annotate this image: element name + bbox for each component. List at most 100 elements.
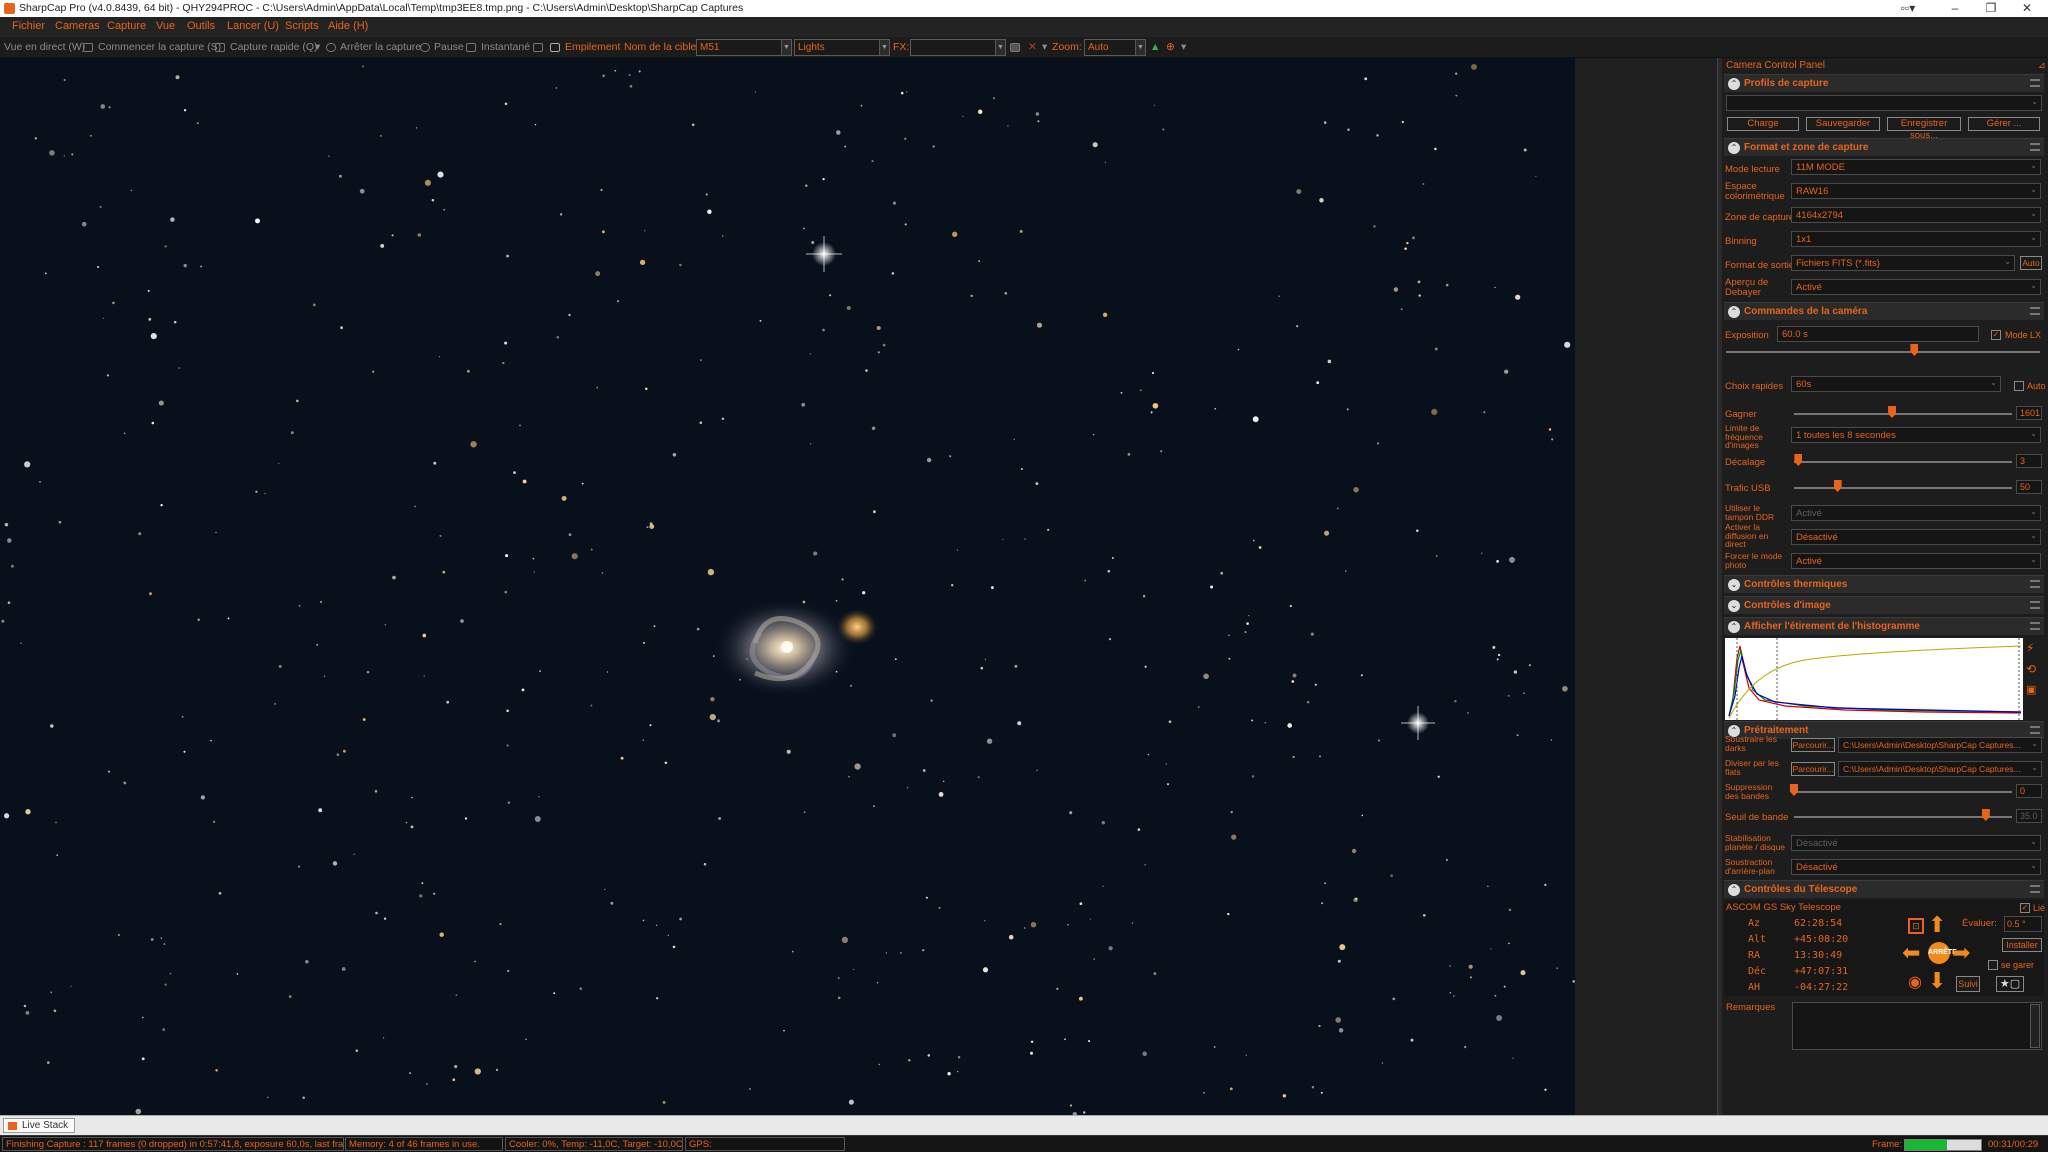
menu-help[interactable]: Aide (H) — [328, 20, 368, 32]
output-format-select[interactable]: Fichiers FITS (*.fits) ⌄ — [1791, 255, 2015, 271]
chevron-down-icon[interactable]: ⌄ — [2030, 531, 2037, 540]
load-profile-button[interactable]: Charge — [1727, 117, 1799, 131]
save-as-profile-button[interactable]: Enregistrer sous... — [1887, 117, 1961, 141]
section-image-controls[interactable]: ⌄ Contrôles d'image — [1724, 596, 2044, 614]
chevron-down-icon[interactable]: ⌄ — [2030, 555, 2037, 564]
quick-choice-select[interactable]: 60s ⌄ — [1791, 376, 2001, 392]
color-space-select[interactable]: RAW16 ⌄ — [1791, 183, 2041, 199]
exposure-slider-thumb[interactable] — [1910, 344, 1919, 356]
image-viewport[interactable] — [0, 58, 1575, 1115]
frame-rate-limit-select[interactable]: 1 toutes les 8 secondes ⌄ — [1791, 427, 2041, 443]
menu-scripts[interactable]: Scripts — [285, 20, 319, 32]
gain-slider-track[interactable] — [1794, 413, 2012, 415]
banding-slider-thumb[interactable] — [1790, 784, 1798, 796]
section-menu-icon[interactable] — [2030, 307, 2040, 315]
darks-path-select[interactable]: C:\Users\Admin\Desktop\SharpCap Captures… — [1838, 737, 2042, 753]
darks-browse-button[interactable]: Parcourir... — [1791, 738, 1835, 752]
chevron-down-icon[interactable]: ⌄ — [2030, 429, 2037, 438]
frame-type-select[interactable]: Lights ▼ — [794, 39, 890, 56]
banding-slider-track[interactable] — [1794, 791, 2012, 793]
chevron-down-icon[interactable]: ⌄ — [2031, 739, 2038, 748]
menu-tools[interactable]: Outils — [187, 20, 215, 32]
flats-browse-button[interactable]: Parcourir... — [1791, 762, 1835, 776]
reset-stretch-icon[interactable]: ⟲ — [2026, 662, 2036, 676]
threshold-slider-track[interactable] — [1794, 816, 2012, 818]
background-subtraction-select[interactable]: Désactivé ⌄ — [1791, 859, 2041, 875]
quick-capture-button[interactable]: Capture rapide (Q) — [230, 41, 318, 53]
offset-slider-thumb[interactable] — [1794, 454, 1803, 466]
close-button[interactable]: ✕ — [2004, 0, 2048, 17]
histogram-icon[interactable]: ▲ — [1150, 41, 1160, 53]
chevron-down-icon[interactable]: ⌄ — [2004, 257, 2011, 266]
pin-icon[interactable]: ⊿ — [2038, 60, 2046, 71]
zoom-tool-icon[interactable]: ⊕ — [1166, 41, 1175, 53]
star-sync-icon[interactable]: ★▢ — [1996, 976, 2024, 992]
exposure-auto-checkbox[interactable] — [2014, 381, 2024, 391]
section-format-area[interactable]: ⌃ Format et zone de capture — [1724, 138, 2044, 156]
profile-select[interactable]: ⌄ — [1726, 95, 2042, 111]
collapse-icon[interactable]: ⌃ — [1728, 78, 1740, 90]
menu-view[interactable]: Vue — [156, 20, 175, 32]
chevron-down-icon[interactable]: ⌄ — [2031, 97, 2038, 106]
section-menu-icon[interactable] — [2030, 580, 2040, 588]
goto-icon[interactable]: ⊡ — [1908, 918, 1924, 934]
offset-value-input[interactable]: 3 — [2016, 454, 2042, 468]
notes-textarea[interactable] — [1792, 1002, 2042, 1050]
zoom-tool-dropdown-icon[interactable]: ▾ — [1181, 41, 1186, 53]
exposure-input[interactable]: 60.0 s — [1777, 326, 1979, 342]
manage-profiles-button[interactable]: Gérer ... — [1968, 117, 2040, 131]
banding-value-input[interactable]: 0 — [2016, 784, 2042, 798]
collapse-icon[interactable]: ⌃ — [1728, 621, 1740, 633]
collapse-icon[interactable]: ⌃ — [1728, 884, 1740, 896]
target-name-input[interactable]: M51 ▼ — [696, 39, 792, 56]
section-telescope-controls[interactable]: ⌃ Contrôles du Télescope — [1724, 880, 2044, 898]
locate-icon[interactable]: ◉ — [1908, 972, 1922, 992]
auto-stretch-icon[interactable]: ⚡ — [2026, 641, 2034, 655]
capture-area-select[interactable]: 4164x2794 ⌄ — [1791, 207, 2041, 223]
grid-icon[interactable] — [1010, 43, 1020, 52]
readout-mode-select[interactable]: 11M MODE ⌄ — [1791, 159, 2041, 175]
section-menu-icon[interactable] — [2030, 79, 2040, 87]
stacking-button[interactable]: Empilement — [565, 41, 620, 53]
exposure-slider-track[interactable] — [1726, 351, 2040, 353]
force-photo-mode-select[interactable]: Activé ⌄ — [1791, 553, 2041, 569]
north-arrow-icon[interactable]: ⬆ — [1928, 914, 1946, 936]
fx-select[interactable]: ▼ — [910, 39, 1006, 56]
notes-scrollbar[interactable] — [2030, 1004, 2040, 1048]
histogram-plot[interactable] — [1725, 638, 2023, 720]
collapse-icon[interactable]: ⌃ — [1728, 306, 1740, 318]
stop-capture-button[interactable]: Arrêter la capture — [340, 41, 421, 53]
live-view-button[interactable]: Vue en direct (W) — [4, 41, 85, 53]
telescope-linked-checkbox[interactable]: ✓ — [2020, 903, 2030, 913]
start-capture-button[interactable]: Commencer la capture (S) — [98, 41, 221, 53]
south-arrow-icon[interactable]: ⬇ — [1928, 970, 1946, 992]
lx-mode-checkbox[interactable]: ✓ — [1991, 330, 2001, 340]
crosshair-icon[interactable]: ✕ — [1028, 41, 1037, 53]
usb-traffic-slider-track[interactable] — [1794, 487, 2012, 489]
section-menu-icon[interactable] — [2030, 726, 2040, 734]
section-menu-icon[interactable] — [2030, 622, 2040, 630]
section-histogram-stretch[interactable]: ⌃ Afficher l'étirement de l'histogramme — [1724, 617, 2044, 635]
rate-select[interactable]: 0.5 ° — [2004, 916, 2042, 932]
section-menu-icon[interactable] — [2030, 885, 2040, 893]
gain-slider-thumb[interactable] — [1888, 406, 1897, 418]
chevron-down-icon[interactable]: ⌄ — [2030, 837, 2037, 846]
stop-slew-button[interactable]: ARRÊTE — [1928, 942, 1957, 964]
chevron-down-icon[interactable]: ▼ — [879, 40, 889, 55]
section-thermal-controls[interactable]: ⌄ Contrôles thermiques — [1724, 575, 2044, 593]
menu-capture[interactable]: Capture — [107, 20, 146, 32]
collapse-icon[interactable]: ⌃ — [1728, 142, 1740, 154]
flats-path-select[interactable]: C:\Users\Admin\Desktop\SharpCap Captures… — [1838, 761, 2042, 777]
live-broadcast-select[interactable]: Désactivé ⌄ — [1791, 529, 2041, 545]
chevron-down-icon[interactable]: ⌄ — [2030, 185, 2037, 194]
debayer-preview-select[interactable]: Activé ⌄ — [1791, 279, 2041, 295]
snapshot-button[interactable]: Instantané — [481, 41, 530, 53]
chevron-down-icon[interactable]: ⌄ — [2030, 209, 2037, 218]
ddr-buffer-select[interactable]: Activé ⌄ — [1791, 505, 2041, 521]
east-arrow-icon[interactable]: ⬅ — [1902, 942, 1920, 964]
chevron-down-icon[interactable]: ⌄ — [2031, 763, 2038, 772]
chevron-down-icon[interactable]: ⌄ — [2030, 281, 2037, 290]
output-format-auto-button[interactable]: Auto — [2020, 256, 2042, 270]
live-stack-tab[interactable]: Live Stack — [3, 1118, 76, 1133]
chevron-down-icon[interactable]: ⌄ — [2030, 861, 2037, 870]
